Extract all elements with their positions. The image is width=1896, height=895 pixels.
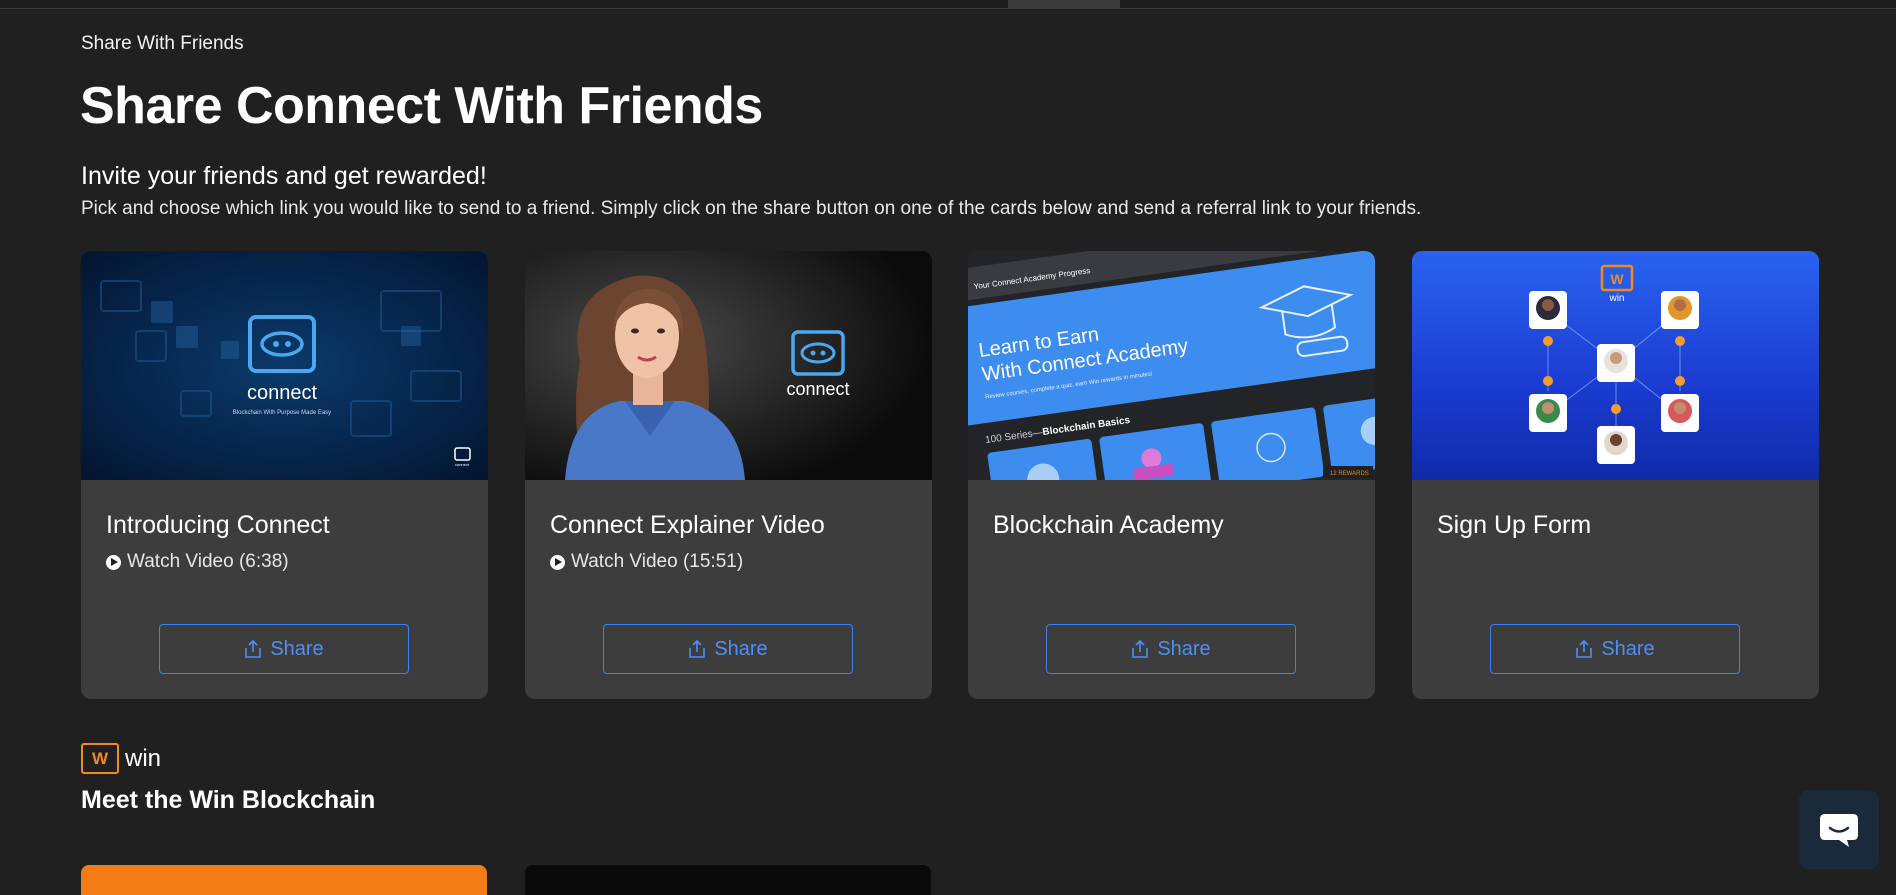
card-title: Blockchain Academy <box>993 511 1224 539</box>
share-icon <box>1132 639 1149 658</box>
win-card-thumbnail-1[interactable] <box>81 865 487 895</box>
share-card-blockchain-academy: Your Connect Academy Progress Learn to E… <box>968 251 1375 699</box>
share-icon <box>689 639 706 658</box>
card-title: Connect Explainer Video <box>550 511 825 539</box>
share-button[interactable]: Share <box>159 624 409 674</box>
card-thumbnail[interactable]: Your Connect Academy Progress Learn to E… <box>968 251 1375 480</box>
share-icon <box>1576 639 1593 658</box>
chat-bubble-icon <box>1820 813 1858 847</box>
card-title: Sign Up Form <box>1437 511 1592 539</box>
share-button-label: Share <box>1157 637 1211 660</box>
breadcrumb[interactable]: Share With Friends <box>81 33 244 55</box>
share-button[interactable]: Share <box>1490 624 1740 674</box>
thumb-corner-text: connect <box>455 462 470 467</box>
win-card-thumbnail-2[interactable] <box>525 865 931 895</box>
svg-text:W: W <box>1610 271 1624 287</box>
share-button[interactable]: Share <box>603 624 853 674</box>
card-thumbnail[interactable]: connect Blockchain With Purpose Made Eas… <box>81 251 488 480</box>
watch-video-label: Watch Video (15:51) <box>571 551 744 572</box>
thumb-logo-text: win <box>1608 293 1624 304</box>
share-button[interactable]: Share <box>1046 624 1296 674</box>
share-icon <box>245 639 262 658</box>
thumb-logo-text: connect <box>786 379 849 399</box>
page-subtitle: Invite your friends and get rewarded! <box>81 162 487 190</box>
win-logo-icon: W <box>81 743 119 774</box>
top-bar <box>0 0 1896 9</box>
play-circle-icon <box>550 554 565 570</box>
play-circle-icon <box>106 554 121 570</box>
watch-video-link[interactable]: Watch Video (6:38) <box>106 551 289 573</box>
card-thumbnail[interactable]: W win <box>1412 251 1819 480</box>
share-button-label: Share <box>270 637 324 660</box>
thumb-rewards-badge: 12 REWARDS <box>1330 471 1369 477</box>
watch-video-label: Watch Video (6:38) <box>127 551 289 572</box>
share-card-sign-up-form: W win Sign Up Form Share <box>1412 251 1819 699</box>
card-title: Introducing Connect <box>106 511 330 539</box>
thumb-logo-text: connect <box>247 382 317 404</box>
page-description: Pick and choose which link you would lik… <box>81 198 1422 219</box>
card-thumbnail[interactable]: connect <box>525 251 932 480</box>
watch-video-link[interactable]: Watch Video (15:51) <box>550 551 743 573</box>
chat-widget-button[interactable] <box>1799 790 1879 869</box>
share-button-label: Share <box>714 637 768 660</box>
share-card-introducing-connect: connect Blockchain With Purpose Made Eas… <box>81 251 488 699</box>
thumb-tagline: Blockchain With Purpose Made Easy <box>233 410 331 416</box>
win-logo: W win <box>81 743 161 774</box>
section-title: Meet the Win Blockchain <box>81 786 376 814</box>
page-title: Share Connect With Friends <box>80 77 763 135</box>
active-tab-indicator[interactable] <box>1008 0 1120 9</box>
share-card-connect-explainer: connect Connect Explainer Video Watch Vi… <box>525 251 932 699</box>
win-logo-text: win <box>125 744 162 772</box>
share-button-label: Share <box>1601 637 1655 660</box>
